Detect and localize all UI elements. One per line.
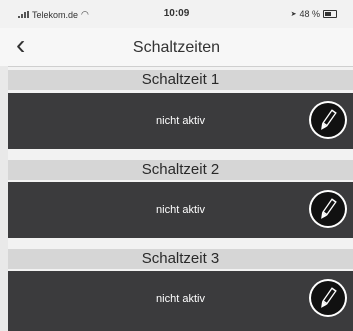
schedule-row-2[interactable]: nicht aktiv: [8, 182, 353, 238]
page-title: Schaltzeiten: [132, 39, 221, 56]
schedule-status-3: nicht aktiv: [156, 293, 205, 305]
schedule-status-2: nicht aktiv: [156, 204, 205, 216]
schedule-status-1: nicht aktiv: [156, 115, 205, 127]
schedule-row-1[interactable]: nicht aktiv: [8, 93, 353, 149]
edit-button-3[interactable]: [309, 279, 347, 317]
app-screen: Telekom.de ◠ 10:09 ➤ 48 % ‹ Schaltzeiten…: [0, 0, 353, 331]
battery-percent: 48 %: [299, 9, 320, 19]
pencil-icon: [311, 103, 345, 137]
status-right: ➤ 48 %: [291, 9, 337, 19]
location-icon: ➤: [290, 11, 297, 18]
left-frame: [0, 66, 8, 331]
battery-icon: [323, 10, 337, 18]
section-header-schaltzeit-2: Schaltzeit 2: [8, 160, 353, 180]
navigation-bar: ‹ Schaltzeiten: [0, 28, 353, 67]
section-header-schaltzeit-1: Schaltzeit 1: [8, 70, 353, 90]
status-bar: Telekom.de ◠ 10:09 ➤ 48 %: [0, 0, 353, 28]
pencil-icon: [311, 192, 345, 226]
edit-button-1[interactable]: [309, 101, 347, 139]
pencil-icon: [311, 281, 345, 315]
schedule-row-3[interactable]: nicht aktiv: [8, 271, 353, 331]
section-header-schaltzeit-3: Schaltzeit 3: [8, 249, 353, 269]
edit-button-2[interactable]: [309, 190, 347, 228]
